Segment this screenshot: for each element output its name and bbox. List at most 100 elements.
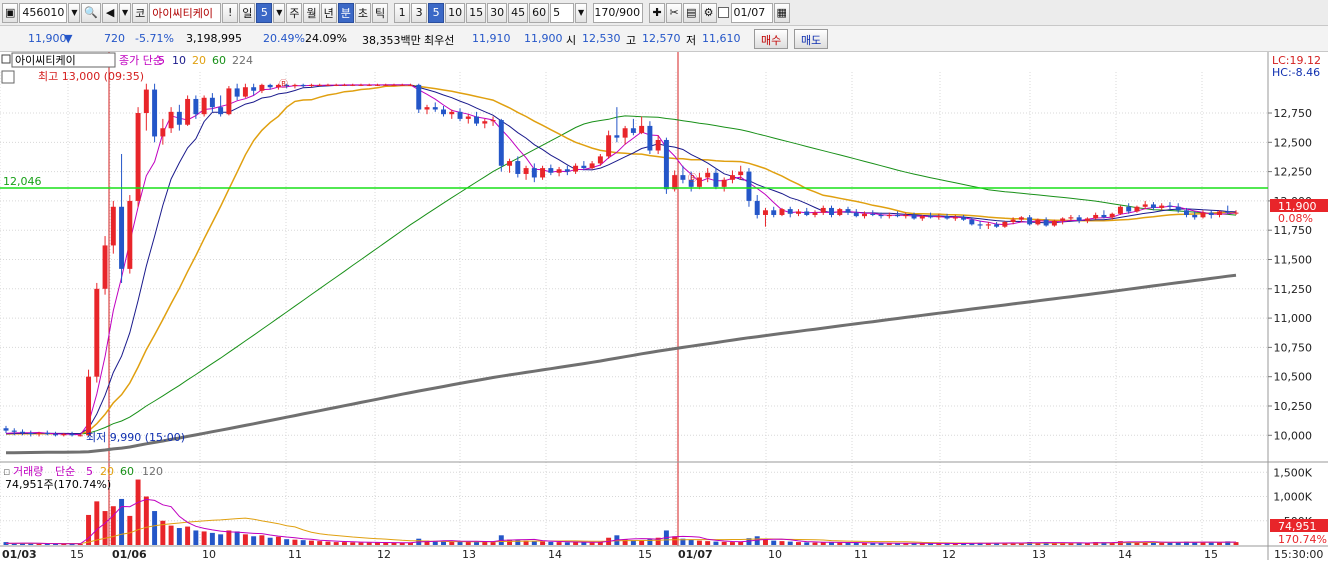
candle-body: [680, 175, 686, 180]
price-tick-label: 12,500: [1274, 136, 1313, 149]
code-dropdown-icon[interactable]: ▼: [68, 2, 81, 23]
period-second-button[interactable]: 초: [354, 2, 371, 23]
current-pct-tag: 0.08%: [1278, 212, 1313, 225]
candle-body: [1109, 213, 1115, 218]
candle-body: [498, 120, 504, 166]
candle-body: [1192, 214, 1198, 218]
candle-body: [110, 206, 116, 246]
volume-bar: [721, 541, 727, 545]
candle-body: [1175, 206, 1181, 211]
legend-grid-icon[interactable]: [1, 70, 15, 84]
candle-body: [647, 125, 653, 151]
candle-body: [944, 216, 950, 219]
volume-bar: [226, 530, 232, 545]
volume-bar: [581, 542, 587, 545]
candle-body: [548, 168, 554, 173]
period-month-button[interactable]: 월: [303, 2, 320, 23]
legend-ma10: 10: [172, 54, 186, 67]
volume-bar: [713, 541, 719, 545]
candle-body: [168, 111, 174, 129]
period-week-button[interactable]: 주: [286, 2, 303, 23]
candle-body: [1010, 219, 1016, 222]
period-day-value[interactable]: 5: [256, 2, 273, 23]
candle-body: [771, 210, 777, 215]
open-label: 시: [566, 34, 577, 47]
candle-body: [614, 135, 620, 138]
ma60-line: [5, 115, 1237, 435]
candle-body: [985, 224, 991, 226]
candle-body: [729, 175, 735, 180]
candle-body: [86, 376, 92, 436]
candle-body: [375, 84, 380, 86]
speaker-icon[interactable]: ◀: [102, 2, 119, 23]
period-minute-button[interactable]: 분: [337, 2, 354, 23]
stock-code-input[interactable]: 456010: [19, 2, 68, 23]
market-label[interactable]: 코: [132, 2, 149, 23]
best-bid: 11,900: [524, 32, 563, 45]
candle-body: [226, 88, 232, 115]
legend-box-icon[interactable]: [1, 54, 11, 64]
chart-area[interactable]: ⒷⒷ 10,00010,25010,50010,75011,00011,2501…: [0, 52, 1328, 560]
chart-type-icon[interactable]: ▣: [2, 2, 19, 23]
candle-body: [515, 161, 521, 174]
candle-body: [267, 84, 273, 88]
candle-body: [234, 88, 240, 97]
minute-1-button[interactable]: 1: [394, 2, 411, 23]
date-input[interactable]: 01/07: [730, 2, 773, 23]
price-tick-label: 11,250: [1274, 283, 1313, 296]
speaker-dropdown-icon[interactable]: ▼: [119, 2, 132, 23]
candle-body: [416, 84, 422, 110]
volume-bar: [482, 541, 488, 545]
candle-body: [176, 111, 182, 125]
period-year-button[interactable]: 년: [320, 2, 337, 23]
candle-body: [870, 213, 876, 215]
interval-input[interactable]: 5: [550, 2, 575, 23]
minute-3-button[interactable]: 3: [411, 2, 428, 23]
candle-body: [432, 107, 438, 110]
count-input[interactable]: 170/900: [593, 2, 644, 23]
candle-body: [663, 139, 669, 190]
horizontal-line-label: 12,046: [3, 175, 42, 188]
volume-bar: [292, 539, 298, 545]
candle-body: [1027, 217, 1033, 225]
sell-button[interactable]: 매도: [794, 29, 829, 49]
candle-body: [11, 430, 17, 432]
volume-bar: [796, 542, 801, 545]
candle-body: [1018, 217, 1024, 220]
volume-bar: [391, 542, 397, 545]
save-icon[interactable]: ▤: [683, 2, 700, 23]
candle-body: [317, 84, 323, 86]
period-dropdown-icon[interactable]: ▼: [273, 2, 286, 23]
buy-button[interactable]: 매수: [754, 29, 789, 49]
candle-body: [490, 120, 496, 122]
low-label: 저: [686, 34, 697, 47]
interval-dropdown-icon[interactable]: ▼: [575, 2, 588, 23]
stock-name-field[interactable]: 아이씨티케이: [149, 2, 222, 23]
period-tick-button[interactable]: 틱: [371, 2, 389, 23]
alert-icon[interactable]: !: [222, 2, 239, 23]
volume-bar: [317, 541, 323, 545]
date-checkbox[interactable]: [717, 7, 729, 18]
time-tick-label: 15: [70, 548, 84, 560]
period-day-button[interactable]: 일: [239, 2, 256, 23]
minute-15-button[interactable]: 15: [466, 2, 487, 23]
candle-body: [721, 179, 727, 187]
volume-bar: [688, 539, 694, 545]
minute-60-button[interactable]: 60: [529, 2, 550, 23]
minute-5-button[interactable]: 5: [428, 2, 445, 23]
candle-body: [308, 84, 314, 87]
minute-10-button[interactable]: 10: [445, 2, 466, 23]
vol-legend-ma-label: 단순: [55, 465, 75, 478]
ma224-line: [5, 273, 1237, 455]
volume-bar: [176, 528, 182, 545]
candle-body: [333, 84, 339, 86]
gear-icon[interactable]: ⚙: [700, 2, 717, 23]
draw-tool-icon[interactable]: ✂: [666, 2, 683, 23]
minute-30-button[interactable]: 30: [487, 2, 508, 23]
volume-bar: [779, 541, 785, 545]
candle-body: [556, 169, 562, 173]
minute-45-button[interactable]: 45: [508, 2, 529, 23]
search-icon[interactable]: 🔍: [81, 2, 102, 23]
crosshair-icon[interactable]: ✚: [649, 2, 666, 23]
calendar-icon[interactable]: ▦: [773, 2, 790, 23]
